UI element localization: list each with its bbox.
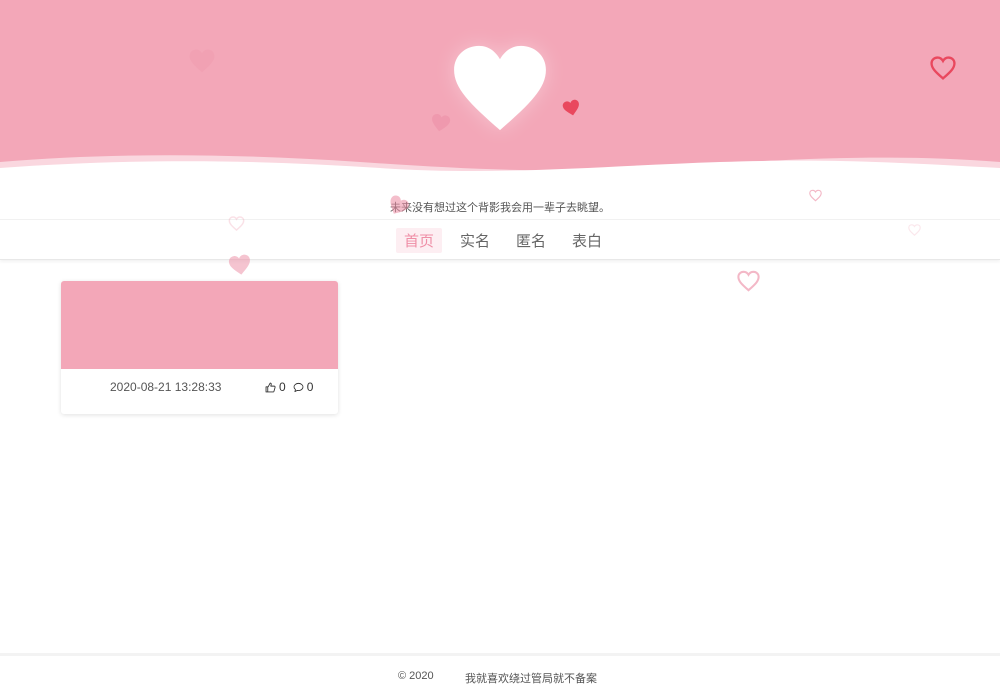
site-subtitle: 未来没有想过这个背影我会用一辈子去眺望。 bbox=[390, 201, 610, 214]
post-cover-image[interactable] bbox=[61, 281, 338, 369]
nav-item-confession[interactable]: 表白 bbox=[564, 228, 610, 253]
post-card[interactable]: 2020-08-21 13:28:33 0 0 bbox=[61, 281, 338, 414]
post-meta: 2020-08-21 13:28:33 0 0 bbox=[61, 369, 338, 414]
heart-outline-icon bbox=[908, 224, 921, 236]
header-banner bbox=[0, 0, 1000, 178]
heart-logo-icon bbox=[454, 45, 546, 131]
heart-icon bbox=[432, 113, 451, 132]
thumbs-up-icon[interactable] bbox=[265, 382, 276, 393]
heart-outline-icon bbox=[737, 270, 760, 292]
page-footer: © 2020 我就喜欢绕过管局就不备案 bbox=[0, 653, 1000, 691]
nav-list: 首页 实名 匿名 表白 bbox=[396, 228, 610, 253]
footer-note: 我就喜欢绕过管局就不备案 bbox=[465, 672, 597, 685]
like-count: 0 bbox=[279, 380, 286, 394]
banner-wave bbox=[0, 155, 1000, 178]
comment-icon[interactable] bbox=[293, 382, 304, 393]
heart-icon bbox=[189, 49, 215, 73]
heart-outline-icon bbox=[930, 56, 956, 80]
heart-icon bbox=[390, 195, 409, 214]
heart-icon bbox=[562, 99, 579, 116]
post-stats: 0 0 bbox=[265, 380, 313, 394]
heart-icon bbox=[228, 254, 250, 275]
comment-count: 0 bbox=[306, 380, 314, 394]
heart-outline-icon bbox=[809, 189, 822, 202]
heart-outline-icon bbox=[228, 216, 245, 231]
post-date: 2020-08-21 13:28:33 bbox=[110, 380, 222, 394]
footer-copyright: © 2020 bbox=[398, 670, 434, 682]
nav-item-home[interactable]: 首页 bbox=[396, 228, 443, 253]
nav-item-anonymous[interactable]: 匿名 bbox=[508, 228, 554, 253]
main-navigation: 首页 实名 匿名 表白 bbox=[0, 219, 1000, 260]
nav-item-real-name[interactable]: 实名 bbox=[452, 228, 498, 253]
